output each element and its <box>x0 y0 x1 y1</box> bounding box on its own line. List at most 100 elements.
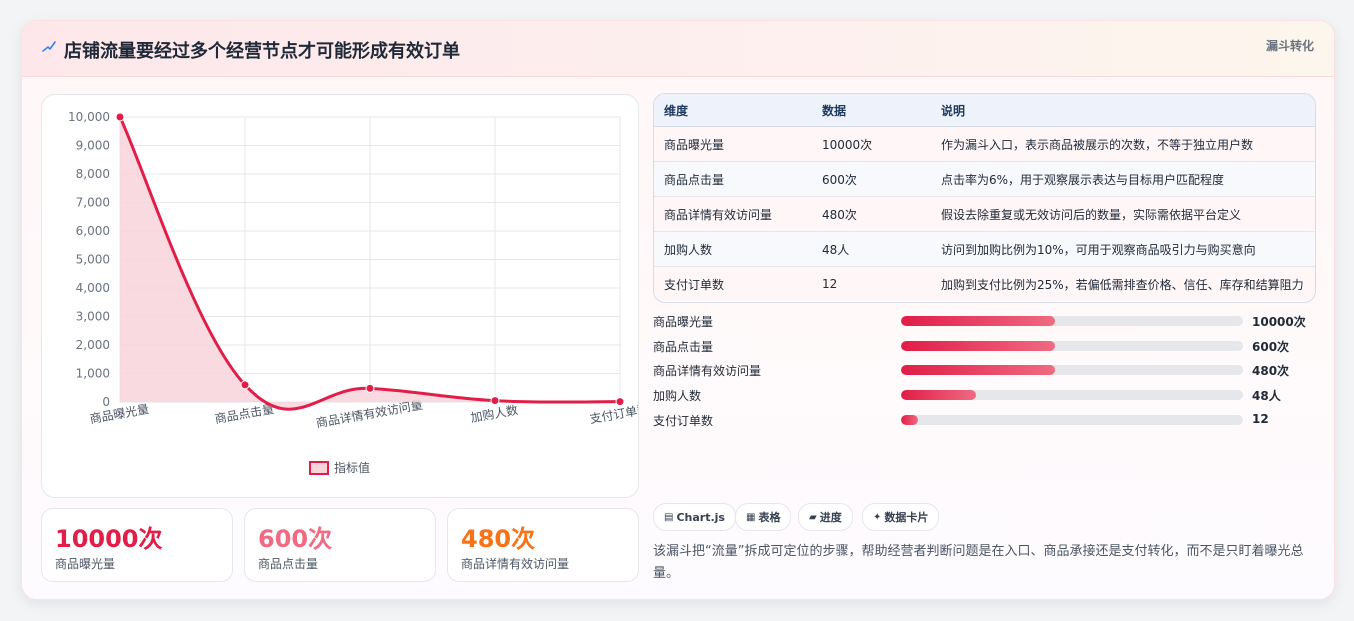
progress-track <box>901 316 1243 326</box>
x-tick-label: 商品曝光量 <box>88 401 150 426</box>
table-cell: 点击率为6%，用于观察展示表达与目标用户匹配程度 <box>931 161 1315 197</box>
y-tick-label: 8,000 <box>76 167 110 181</box>
table-cell: 加购人数 <box>654 231 812 267</box>
footnote-text: 该漏斗把“流量”拆成可定位的步骤，帮助经营者判断问题是在入口、商品承接还是支付转… <box>653 544 1304 581</box>
stat-label: 商品详情有效访问量 <box>461 557 570 571</box>
y-tick-label: 10,000 <box>68 110 110 124</box>
table-cell: 10000次 <box>812 126 931 162</box>
table-row: 加购人数 48人 访问到加购比例为10%，可用于观察商品吸引力与购买意向 <box>654 231 1315 267</box>
progress-value: 12 <box>1252 412 1269 426</box>
chip-label: Chart.js <box>676 510 725 524</box>
y-tick-label: 7,000 <box>76 196 110 210</box>
table-row: 商品点击量 600次 点击率为6%，用于观察展示表达与目标用户匹配程度 <box>654 161 1315 197</box>
progress-row-orders: 支付订单数 12 <box>653 410 1314 430</box>
progress-track <box>901 365 1243 375</box>
y-tick-label: 2,000 <box>76 338 110 352</box>
y-tick-label: 4,000 <box>76 281 110 295</box>
y-tick-label: 3,000 <box>76 310 110 324</box>
table-row: 商品曝光量 10000次 作为漏斗入口，表示商品被展示的次数，不等于独立用户数 <box>654 126 1315 162</box>
data-point <box>615 397 625 407</box>
table-cell: 48人 <box>812 231 931 267</box>
progress-label: 商品详情有效访问量 <box>653 364 762 378</box>
funnel-badge: 漏斗转化 <box>1265 39 1314 53</box>
progress-value: 48人 <box>1252 389 1281 403</box>
progress-icon: ▰ <box>809 511 817 523</box>
stat-value: 480次 <box>461 525 536 553</box>
table-cell: 商品详情有效访问量 <box>654 196 812 232</box>
progress-fill <box>901 365 1055 375</box>
progress-label: 加购人数 <box>653 389 702 403</box>
progress-row-clicks: 商品点击量 600次 <box>653 336 1314 356</box>
funnel-chart-svg: 0 1,000 2,000 3,000 4,000 5,000 6,000 7,000 8,00… <box>68 110 638 475</box>
table-cell: 600次 <box>812 161 931 197</box>
card-header: 店铺流量要经过多个经营节点才可能形成有效订单 漏斗转化 <box>22 21 1334 77</box>
table-cell: 480次 <box>812 196 931 232</box>
progress-fill <box>901 390 977 400</box>
y-tick-label: 5,000 <box>76 253 110 267</box>
progress-row-detail-visits: 商品详情有效访问量 480次 <box>653 360 1314 380</box>
chip-table[interactable]: ▦ 表格 <box>735 503 792 531</box>
table-cell: 作为漏斗入口，表示商品被展示的次数，不等于独立用户数 <box>931 126 1315 162</box>
progress-track <box>901 390 1243 400</box>
table-cell: 商品曝光量 <box>654 126 812 162</box>
stat-label: 商品曝光量 <box>55 557 116 571</box>
column-header: 维度 <box>654 94 812 127</box>
x-tick-label: 加购人数 <box>469 402 519 425</box>
chart-icon: ▤ <box>664 511 674 523</box>
data-point <box>365 383 375 393</box>
table-cell: 假设去除重复或无效访问后的数量，实际需依据平台定义 <box>931 196 1315 232</box>
chip-progress[interactable]: ▰ 进度 <box>798 503 853 531</box>
progress-row-add-to-cart: 加购人数 48人 <box>653 385 1314 405</box>
progress-fill <box>901 316 1055 326</box>
table-cell: 商品点击量 <box>654 161 812 197</box>
table-icon: ▦ <box>746 511 756 523</box>
progress-value: 600次 <box>1252 340 1290 354</box>
stat-card-detail-visits: 480次 商品详情有效访问量 <box>447 508 639 582</box>
progress-track <box>901 341 1243 351</box>
y-tick-label: 9,000 <box>76 139 110 153</box>
data-point <box>115 112 125 122</box>
progress-fill <box>901 341 1055 351</box>
progress-fill <box>901 415 919 425</box>
chip-data-cards[interactable]: ✦ 数据卡片 <box>862 503 940 531</box>
table-row: 商品详情有效访问量 480次 假设去除重复或无效访问后的数量，实际需依据平台定义 <box>654 196 1315 232</box>
progress-row-exposure: 商品曝光量 10000次 <box>653 311 1314 331</box>
chip-label: 进度 <box>819 511 842 524</box>
data-point <box>490 396 500 406</box>
progress-value: 480次 <box>1252 364 1290 378</box>
column-header: 数据 <box>812 94 931 127</box>
table-cell: 支付订单数 <box>654 266 812 301</box>
legend-swatch <box>309 461 329 475</box>
y-tick-label: 6,000 <box>76 224 110 238</box>
x-tick-label: 支付订单数 <box>588 401 638 426</box>
y-tick-label: 0 <box>102 395 110 409</box>
table-cell: 12 <box>812 266 931 301</box>
table-cell: 加购到支付比例为25%，若偏低需排查价格、信任、库存和结算阻力 <box>931 266 1315 301</box>
column-header: 说明 <box>931 94 1315 127</box>
progress-label: 商品曝光量 <box>653 315 714 329</box>
chip-label: 表格 <box>758 511 781 524</box>
trend-line-icon <box>42 41 56 52</box>
progress-label: 支付订单数 <box>653 414 714 428</box>
chip-label: 数据卡片 <box>884 511 929 524</box>
x-tick-label: 商品点击量 <box>213 401 275 426</box>
progress-value: 10000次 <box>1252 315 1306 329</box>
sparkle-icon: ✦ <box>873 511 882 523</box>
funnel-chart: 0 1,000 2,000 3,000 4,000 5,000 6,000 7,000 8,00… <box>41 94 639 498</box>
table-cell: 访问到加购比例为10%，可用于观察商品吸引力与购买意向 <box>931 231 1315 267</box>
funnel-table: 维度 数据 说明 商品曝光量 10000次 作为漏斗入口，表示商品被展示的次数，… <box>653 93 1316 303</box>
table-header-row: 维度 数据 说明 <box>654 94 1315 127</box>
stat-card-clicks: 600次 商品点击量 <box>244 508 436 582</box>
y-tick-label: 1,000 <box>76 367 110 381</box>
data-point <box>240 380 250 390</box>
funnel-card: 店铺流量要经过多个经营节点才可能形成有效订单 漏斗转化 0 1,000 2,000 3… <box>21 20 1335 600</box>
legend-label: 指标值 <box>334 460 370 475</box>
chip-chartjs[interactable]: ▤ Chart.js <box>653 503 736 531</box>
progress-track <box>901 415 1243 425</box>
stat-value: 10000次 <box>55 525 163 553</box>
page-title: 店铺流量要经过多个经营节点才可能形成有效订单 <box>64 41 460 62</box>
stat-label: 商品点击量 <box>258 557 319 571</box>
table-row: 支付订单数 12 加购到支付比例为25%，若偏低需排查价格、信任、库存和结算阻力 <box>654 266 1315 301</box>
progress-label: 商品点击量 <box>653 340 714 354</box>
stat-value: 600次 <box>258 525 333 553</box>
